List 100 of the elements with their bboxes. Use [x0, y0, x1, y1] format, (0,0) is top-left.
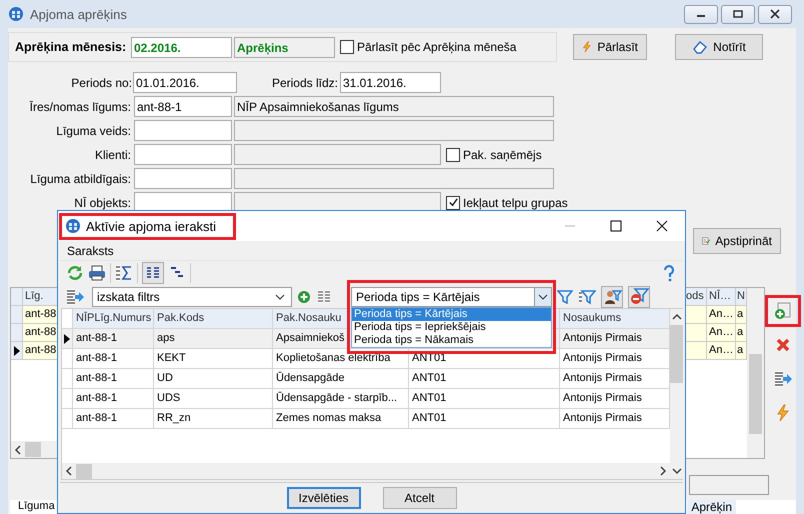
table-cell: Ūdensapgāde — [273, 369, 409, 388]
table-row[interactable]: ant-88-1 UD Ūdensapgāde ANT01 Antonijs Pirmais — [62, 369, 670, 389]
field-label: Klienti: — [94, 148, 132, 162]
period-from-field[interactable]: 01.01.2016. — [133, 72, 237, 93]
minimize-button[interactable] — [684, 4, 718, 24]
chevron-left-icon[interactable] — [14, 444, 22, 454]
filter-icon[interactable] — [557, 288, 573, 304]
table-cell: a — [736, 324, 747, 342]
scrollbar-thumb[interactable] — [25, 442, 41, 457]
dropdown-option[interactable]: Perioda tips = Kārtējais — [352, 308, 551, 320]
globe-icon — [65, 218, 81, 234]
maximize-icon[interactable] — [610, 220, 622, 232]
list-arrow-icon[interactable] — [66, 288, 84, 304]
table-cell: KEKT — [154, 349, 273, 368]
code-field[interactable] — [134, 144, 232, 165]
horizontal-scrollbar[interactable] — [62, 463, 670, 479]
column-header: NĪPLīg.Numurs — [73, 309, 154, 328]
column-header: Līguma — [18, 500, 55, 514]
checkbox[interactable] — [446, 148, 460, 162]
filter-list-icon[interactable] — [578, 288, 596, 304]
dialog-button[interactable]: Izvēlēties — [286, 487, 360, 509]
chevron-right-icon[interactable] — [659, 466, 667, 476]
month-label: Aprēķina mēnesis: — [15, 40, 128, 54]
chevron-left-icon[interactable] — [65, 466, 73, 476]
table-cell: Zemes nomas maksa — [273, 409, 409, 428]
clear-filter-icon[interactable] — [628, 286, 650, 308]
table-cell: ant-88-1 — [73, 369, 154, 388]
list-arrow-icon — [774, 371, 792, 387]
lightning-icon — [582, 39, 592, 55]
globe-icon — [8, 6, 24, 22]
dialog-button[interactable]: Atcelt — [382, 487, 456, 509]
column-header: NĪ… — [707, 288, 736, 306]
table-cell: An… — [707, 324, 736, 342]
approve-button[interactable]: Apstiprināt — [693, 228, 781, 254]
field-label: Īres/nomas līgums: — [28, 100, 132, 114]
code-field[interactable] — [134, 168, 232, 189]
period-from-label: Periods no: — [70, 76, 133, 90]
table-cell: UD — [154, 369, 273, 388]
checkbox-label: Pak. saņēmējs — [463, 148, 542, 162]
code-field[interactable]: ant-88-1 — [134, 96, 232, 117]
table-cell: ant-88-1 — [73, 389, 154, 408]
field-label: NĪ objekts: — [73, 196, 132, 210]
period-filter-dropdown[interactable]: Perioda tips = Kārtējais — [351, 286, 552, 306]
vertical-scrollbar[interactable] — [670, 309, 683, 479]
period-to-label: Periods līdz: — [270, 76, 339, 90]
period-to-field[interactable]: 31.01.2016. — [340, 72, 441, 93]
add-tool[interactable] — [764, 295, 800, 327]
table-cell: ANT01 — [409, 369, 560, 388]
close-icon — [770, 9, 780, 19]
vertical-scrollbar[interactable] — [747, 288, 764, 458]
maximize-icon — [733, 9, 743, 19]
column-header: Nosaukums — [560, 309, 670, 328]
maximize-button[interactable] — [721, 4, 755, 24]
corner-cell — [11, 288, 23, 306]
person-filter-icon[interactable] — [601, 286, 623, 308]
column-header: Aprēķin — [687, 500, 736, 514]
month-field[interactable]: 02.2016. — [131, 36, 232, 58]
dropdown-option[interactable]: Perioda tips = Nākamais — [352, 334, 551, 346]
table-cell: RR_zn — [154, 409, 273, 428]
columns-icon[interactable] — [142, 262, 164, 284]
table-cell: a — [736, 342, 747, 360]
field-label: Līguma veids: — [55, 124, 132, 138]
dialog-title: Aktīvie apjoma ieraksti — [86, 218, 216, 234]
option-checkbox[interactable]: Pak. saņēmējs — [446, 148, 542, 162]
table-cell: An… — [707, 306, 736, 324]
help-icon[interactable] — [661, 264, 677, 282]
clear-button[interactable]: Notīrīt — [675, 34, 763, 60]
chevron-up-icon[interactable] — [672, 313, 682, 321]
status-field: Aprēķins — [234, 36, 335, 58]
add-icon[interactable] — [297, 290, 311, 304]
reread-button[interactable]: Pārlasīt — [573, 34, 647, 60]
table-cell: ant-88-1 — [73, 409, 154, 428]
scrollbar-thumb[interactable] — [76, 464, 92, 478]
window-title: Apjoma aprēķins — [30, 6, 127, 22]
columns-icon[interactable] — [316, 288, 332, 304]
table-cell: An… — [707, 342, 736, 360]
table-cell: a — [736, 306, 747, 324]
view-filter-dropdown[interactable]: izskata filtrs — [92, 286, 292, 306]
close-button[interactable] — [758, 4, 792, 24]
table-cell: ANT01 — [409, 409, 560, 428]
sum-icon[interactable] — [115, 264, 133, 282]
delete-icon — [774, 337, 790, 353]
table-row[interactable]: ant-88-1 UDS Ūdensapgāde - starpīb... ANT01 Antonijs Pirmais — [62, 389, 670, 409]
print-icon[interactable] — [88, 264, 106, 282]
table-cell: ANT01 — [409, 389, 560, 408]
code-field[interactable] — [134, 120, 232, 141]
close-icon[interactable] — [656, 220, 668, 232]
table-row[interactable]: ant-88-1 RR_zn Zemes nomas maksa ANT01 Antonijs Pirmais — [62, 409, 670, 429]
column-header: Pak.Kods — [154, 309, 273, 328]
input-field[interactable] — [689, 475, 769, 495]
table-cell: UDS — [154, 389, 273, 408]
lightning-icon — [776, 404, 790, 422]
checkbox[interactable] — [340, 40, 354, 54]
table-cell: ant-88-1 — [73, 329, 154, 348]
list-menu[interactable]: Saraksts — [60, 241, 114, 260]
name-field: NĪP Apsaimniekošanas līgums — [234, 96, 554, 117]
checkbox[interactable] — [446, 196, 460, 210]
eraser-icon — [692, 40, 708, 54]
chevron-down-icon[interactable] — [672, 467, 682, 475]
add-document-icon — [772, 301, 792, 321]
